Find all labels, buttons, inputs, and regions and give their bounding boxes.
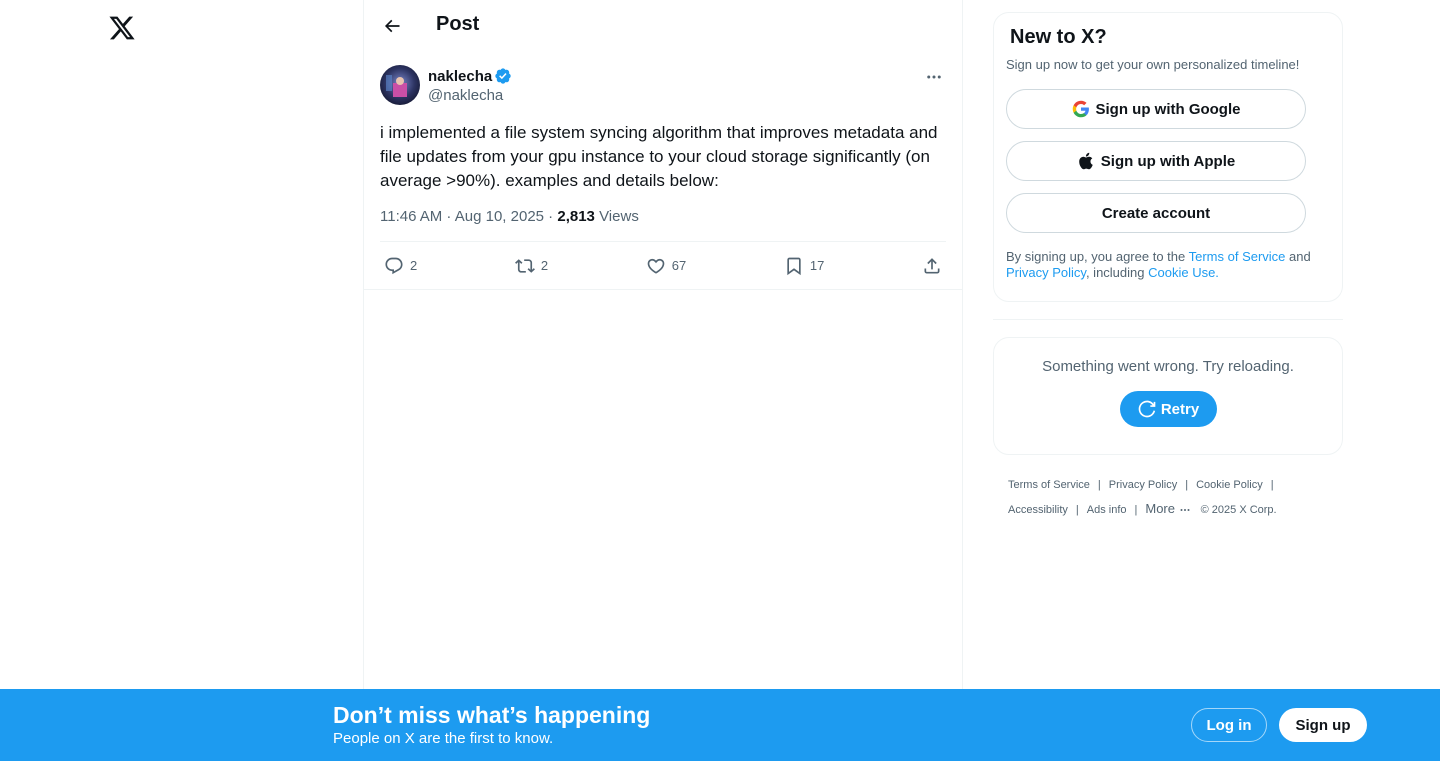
legal-including: , including — [1085, 265, 1149, 280]
bookmark-icon — [787, 257, 801, 275]
right-sidebar: New to X? Sign up now to get your own pe… — [993, 0, 1343, 522]
signup-subtitle: Sign up now to get your own personalized… — [1006, 57, 1300, 72]
bottom-signup-bar: Don’t miss what’s happening People on X … — [0, 689, 1440, 761]
bookmark-count: 17 — [809, 258, 825, 273]
legal-prefix: By signing up, you agree to the — [1006, 249, 1189, 264]
post: naklecha @naklecha i implemented a file … — [364, 53, 962, 290]
post-meta: 11:46 AM · Aug 10, 2025 · 2,813 Views — [380, 207, 946, 227]
views-label: Views — [594, 208, 639, 225]
signup-title: New to X? — [1010, 26, 1107, 48]
create-account-button[interactable]: Create account — [1006, 193, 1306, 233]
post-timestamp[interactable]: 11:46 AM · Aug 10, 2025 — [380, 208, 544, 225]
terms-link[interactable]: Terms of Service — [1189, 249, 1286, 264]
repost-button[interactable]: 2 — [514, 242, 549, 289]
verified-badge-icon — [495, 68, 511, 84]
repost-count: 2 — [540, 258, 549, 273]
footer-accessibility-link[interactable]: Accessibility — [1008, 504, 1068, 516]
post-actions: 2 2 67 17 — [380, 242, 946, 289]
privacy-link[interactable]: Privacy Policy — [1006, 265, 1086, 280]
legal-text: By signing up, you agree to the Terms of… — [1006, 249, 1336, 281]
share-icon — [924, 257, 940, 273]
legal-and: and — [1285, 249, 1311, 264]
author-handle[interactable]: @naklecha — [428, 87, 512, 104]
post-bottom-border — [364, 289, 962, 290]
footer-terms-link[interactable]: Terms of Service — [1008, 479, 1090, 491]
meta-separator: · — [544, 208, 558, 225]
error-card: Something went wrong. Try reloading. Ret… — [993, 337, 1343, 455]
cookie-link[interactable]: Cookie Use. — [1148, 265, 1219, 280]
footer-privacy-link[interactable]: Privacy Policy — [1109, 479, 1177, 491]
views-count: 2,813 — [557, 208, 595, 225]
footer-links: Terms of Service | Privacy Policy | Cookie P… — [993, 473, 1343, 522]
footer-pipe: | — [1270, 479, 1274, 491]
post-text: i implemented a file system syncing algo… — [380, 123, 938, 190]
apple-icon — [1078, 152, 1093, 170]
footer-more-button[interactable]: More — [1145, 501, 1190, 516]
error-message: Something went wrong. Try reloading. — [1042, 358, 1294, 375]
reply-button[interactable]: 2 — [384, 242, 417, 289]
apple-signup-label: Sign up with Apple — [1100, 152, 1236, 170]
share-button[interactable] — [922, 242, 942, 289]
footer-cookie-link[interactable]: Cookie Policy — [1196, 479, 1263, 491]
create-account-label: Create account — [1101, 204, 1211, 222]
avatar[interactable] — [380, 65, 420, 105]
login-button[interactable]: Log in — [1191, 708, 1267, 742]
page-title: Post — [436, 13, 480, 35]
sidebar-divider — [993, 319, 1343, 320]
footer-pipe: | — [1185, 479, 1189, 491]
reply-icon — [385, 257, 403, 274]
google-signup-label: Sign up with Google — [1095, 100, 1241, 118]
author-name[interactable]: naklecha — [428, 68, 492, 85]
footer-pipe: | — [1097, 479, 1101, 491]
google-icon — [1072, 100, 1089, 118]
signup-card: New to X? Sign up now to get your own pe… — [993, 12, 1343, 302]
x-logo-icon[interactable] — [108, 14, 136, 42]
like-button[interactable]: 67 — [646, 242, 686, 289]
footer-ads-link[interactable]: Ads info — [1087, 504, 1127, 516]
refresh-icon — [1138, 400, 1156, 418]
more-dots-icon — [1180, 508, 1190, 511]
left-nav — [0, 0, 363, 689]
author-row: naklecha @naklecha — [380, 65, 946, 105]
like-count: 67 — [671, 258, 687, 273]
back-arrow-icon — [384, 19, 400, 33]
bottom-bar-subtitle: People on X are the first to know. — [333, 730, 554, 747]
header: Post — [364, 0, 962, 53]
footer-pipe: | — [1134, 504, 1138, 516]
footer-pipe: | — [1075, 504, 1079, 516]
like-icon — [647, 258, 665, 274]
footer-more-label: More — [1145, 501, 1175, 516]
bookmark-button[interactable]: 17 — [784, 242, 824, 289]
copyright: © 2025 X Corp. — [1200, 504, 1277, 516]
retry-label: Retry — [1160, 400, 1200, 418]
more-options-button[interactable] — [922, 65, 946, 89]
bottom-bar-title: Don’t miss what’s happening — [333, 702, 651, 728]
retry-button[interactable]: Retry — [1119, 391, 1217, 427]
reply-count: 2 — [410, 258, 418, 273]
apple-signup-button[interactable]: Sign up with Apple — [1006, 141, 1306, 181]
more-dots-icon — [927, 75, 941, 79]
google-signup-button[interactable]: Sign up with Google — [1006, 89, 1306, 129]
back-button[interactable] — [378, 12, 406, 40]
main-column: Post naklecha @naklecha i implemented a … — [363, 0, 963, 689]
repost-icon — [514, 258, 535, 273]
signup-button[interactable]: Sign up — [1279, 708, 1367, 742]
